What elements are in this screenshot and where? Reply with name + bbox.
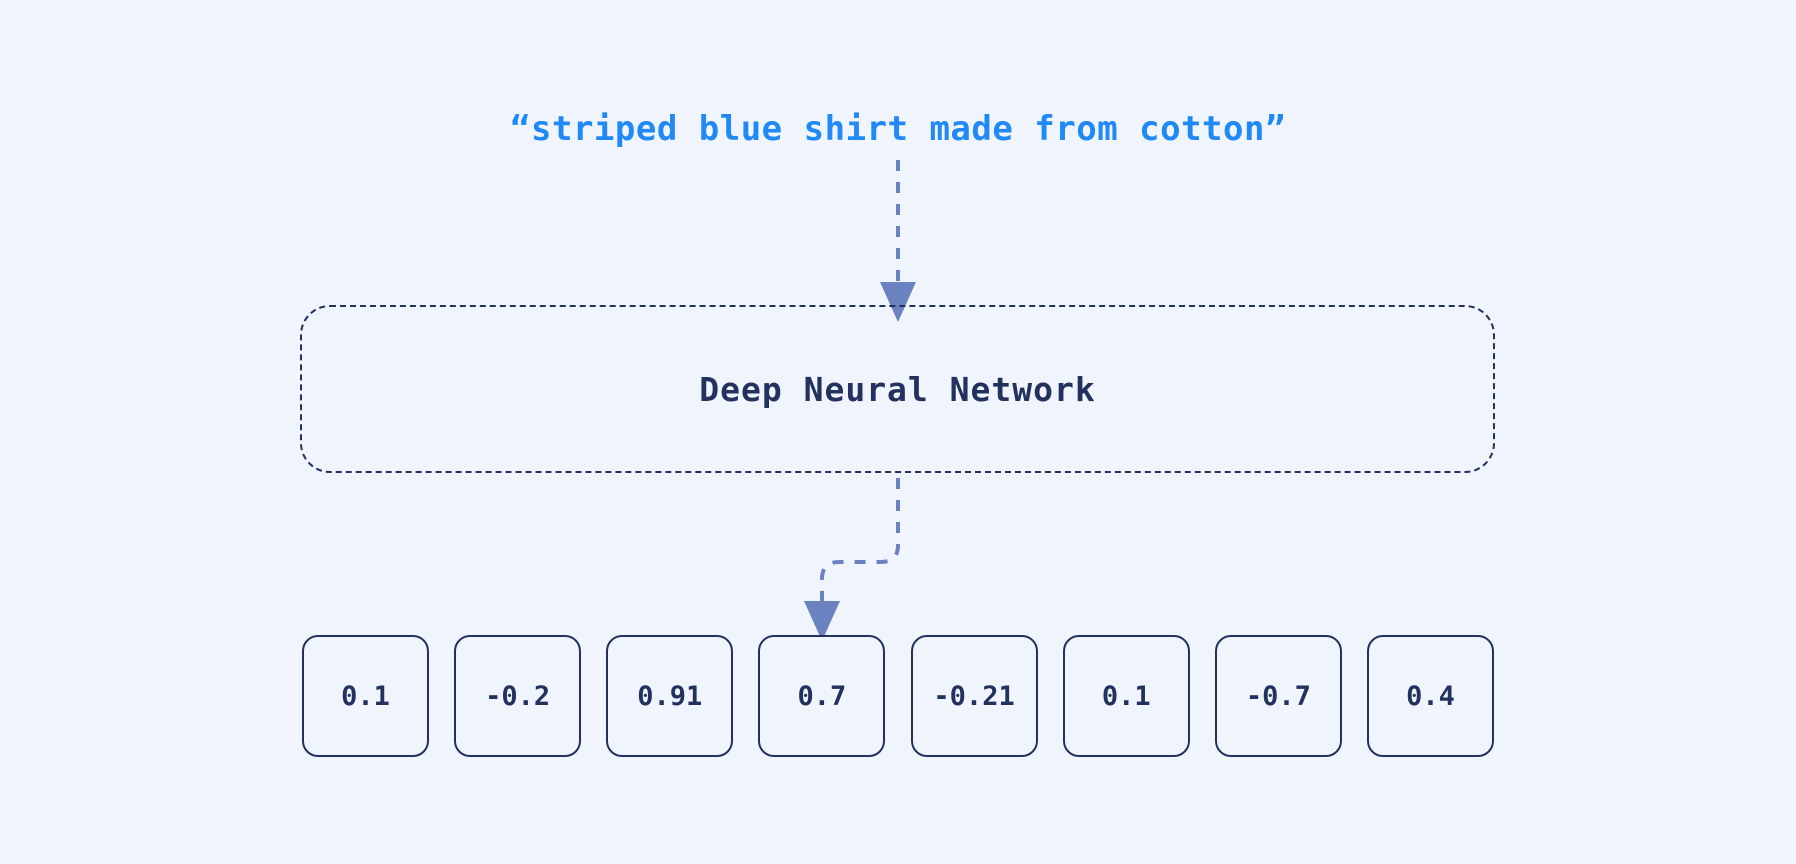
- embedding-cell: 0.91: [606, 635, 734, 757]
- embedding-value: -0.7: [1245, 680, 1311, 712]
- embedding-cell: -0.21: [910, 635, 1038, 757]
- embedding-value: 0.91: [637, 680, 703, 712]
- input-text-caption: “striped blue shirt made from cotton”: [510, 109, 1286, 149]
- embedding-vector-row: 0.1 -0.2 0.91 0.7 -0.21 0.1 -0.7 0.4: [302, 635, 1494, 757]
- embedding-cell: 0.7: [758, 635, 886, 757]
- embedding-value: -0.21: [933, 680, 1015, 712]
- embedding-value: 0.1: [341, 680, 390, 712]
- deep-neural-network-box: Deep Neural Network: [300, 305, 1495, 473]
- embedding-value: 0.7: [797, 680, 847, 712]
- embedding-cell: -0.7: [1214, 635, 1342, 757]
- embedding-cell: 0.1: [1062, 635, 1190, 757]
- diagram-canvas: “striped blue shirt made from cotton” De…: [0, 0, 1796, 864]
- embedding-value: 0.1: [1101, 680, 1151, 712]
- embedding-value: -0.2: [485, 680, 551, 712]
- embedding-value: 0.4: [1406, 680, 1455, 712]
- model-to-vector-arrow: [804, 478, 900, 641]
- embedding-cell: 0.4: [1366, 635, 1494, 757]
- embedding-cell: 0.1: [302, 635, 429, 757]
- embedding-cell: -0.2: [454, 635, 582, 757]
- deep-neural-network-label: Deep Neural Network: [699, 369, 1096, 409]
